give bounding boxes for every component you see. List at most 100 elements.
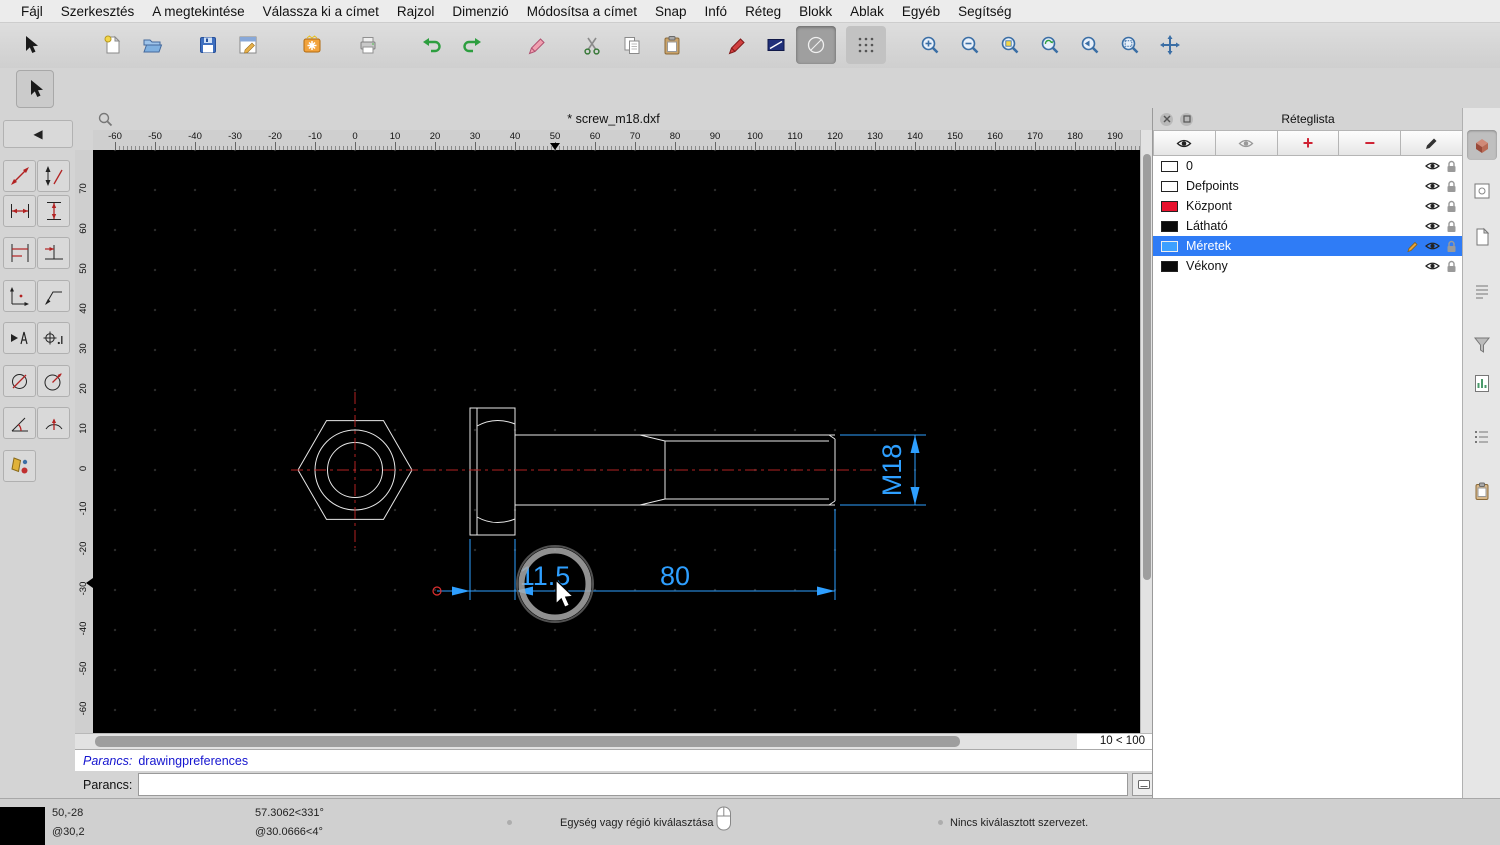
select-tool-button[interactable] bbox=[10, 26, 50, 64]
hide-all-layers-button[interactable] bbox=[1215, 130, 1278, 156]
add-layer-button[interactable]: + bbox=[1277, 130, 1340, 156]
library-widget-toggle-button[interactable] bbox=[1467, 222, 1497, 252]
dim-horizontal-button[interactable] bbox=[3, 195, 36, 227]
bolt-geometry[interactable] bbox=[297, 407, 836, 536]
pan-button[interactable] bbox=[1150, 26, 1190, 64]
layer-color-swatch[interactable] bbox=[1161, 200, 1178, 212]
paint-tool-button[interactable] bbox=[3, 450, 36, 482]
layer-visibility-button[interactable] bbox=[1425, 240, 1440, 252]
dim-linear-button[interactable] bbox=[37, 160, 70, 192]
layer-lock-button[interactable] bbox=[1446, 240, 1457, 253]
layer-widget-toggle-button[interactable] bbox=[1467, 130, 1497, 160]
layer-row[interactable]: Vékony bbox=[1153, 256, 1463, 276]
command-widget-toggle-button[interactable] bbox=[1467, 276, 1497, 306]
dim-leader-button[interactable] bbox=[37, 280, 70, 312]
layer-edit-button[interactable] bbox=[1406, 240, 1419, 253]
drawing-canvas[interactable]: 11.5 80 M18 bbox=[93, 150, 1140, 733]
menu-item[interactable]: Módosítsa a címet bbox=[518, 4, 646, 19]
palette-back-button[interactable]: ◀ bbox=[3, 120, 73, 148]
current-tool-select-button[interactable] bbox=[16, 70, 54, 108]
zoom-auto-button[interactable] bbox=[990, 26, 1030, 64]
menu-item[interactable]: Fájl bbox=[12, 4, 52, 19]
layer-lock-button[interactable] bbox=[1446, 220, 1457, 233]
layer-visibility-button[interactable] bbox=[1425, 200, 1440, 212]
svg-export-button[interactable] bbox=[292, 26, 332, 64]
delete-button[interactable] bbox=[516, 26, 556, 64]
layer-color-swatch[interactable] bbox=[1161, 220, 1178, 232]
block-widget-toggle-button[interactable] bbox=[1467, 176, 1497, 206]
layer-lock-button[interactable] bbox=[1446, 260, 1457, 273]
menu-item[interactable]: Ablak bbox=[841, 4, 893, 19]
layer-visibility-button[interactable] bbox=[1425, 180, 1440, 192]
cut-button[interactable] bbox=[572, 26, 612, 64]
layer-lock-button[interactable] bbox=[1446, 180, 1457, 193]
layer-visibility-button[interactable] bbox=[1425, 260, 1440, 272]
dim-angular-button[interactable] bbox=[3, 407, 36, 439]
layer-color-swatch[interactable] bbox=[1161, 260, 1178, 272]
command-input[interactable] bbox=[138, 773, 1129, 796]
new-file-button[interactable] bbox=[92, 26, 132, 64]
dim-diameter-button[interactable] bbox=[3, 365, 36, 397]
menu-item[interactable]: Dimenzió bbox=[443, 4, 517, 19]
save-button[interactable] bbox=[188, 26, 228, 64]
zoom-window-button[interactable] bbox=[1110, 26, 1150, 64]
redo-button[interactable] bbox=[452, 26, 492, 64]
zoom-previous-button[interactable] bbox=[1070, 26, 1110, 64]
layer-row[interactable]: Defpoints bbox=[1153, 176, 1463, 196]
dim-baseline-button[interactable] bbox=[3, 237, 36, 269]
zoom-out-button[interactable] bbox=[950, 26, 990, 64]
dim-arc-button[interactable] bbox=[37, 407, 70, 439]
dimension-text-length[interactable]: 80 bbox=[660, 561, 690, 591]
dim-radius-button[interactable] bbox=[37, 365, 70, 397]
layer-color-swatch[interactable] bbox=[1161, 180, 1178, 192]
dim-tolerance-button[interactable] bbox=[37, 322, 70, 354]
dim-ordinate-button[interactable] bbox=[3, 280, 36, 312]
paste-button[interactable] bbox=[652, 26, 692, 64]
menu-item[interactable]: Réteg bbox=[736, 4, 790, 19]
layer-visibility-button[interactable] bbox=[1425, 160, 1440, 172]
centerlines[interactable] bbox=[291, 392, 875, 548]
menu-item[interactable]: Snap bbox=[646, 4, 696, 19]
remove-layer-button[interactable]: − bbox=[1339, 130, 1402, 156]
dimension-text-thread[interactable]: M18 bbox=[877, 444, 907, 497]
undo-button[interactable] bbox=[412, 26, 452, 64]
layer-color-swatch[interactable] bbox=[1161, 240, 1178, 252]
clipboard-widget-toggle-button[interactable] bbox=[1467, 476, 1497, 506]
edit-layer-button[interactable] bbox=[1401, 130, 1463, 156]
layer-row[interactable]: Látható bbox=[1153, 216, 1463, 236]
attributes-pen-button[interactable] bbox=[716, 26, 756, 64]
property-widget-toggle-button[interactable] bbox=[1467, 368, 1497, 398]
menu-item[interactable]: Válassza ki a címet bbox=[254, 4, 388, 19]
panel-close-button[interactable] bbox=[1160, 112, 1173, 126]
edit-drawing-button[interactable] bbox=[228, 26, 268, 64]
show-all-layers-button[interactable] bbox=[1153, 130, 1216, 156]
line-style-button[interactable] bbox=[756, 26, 796, 64]
layer-lock-button[interactable] bbox=[1446, 160, 1457, 173]
copy-button[interactable] bbox=[612, 26, 652, 64]
menu-item[interactable]: Infó bbox=[696, 4, 737, 19]
print-preview-button[interactable] bbox=[348, 26, 388, 64]
menu-item[interactable]: Segítség bbox=[949, 4, 1020, 19]
horizontal-scrollbar-thumb[interactable] bbox=[95, 736, 960, 747]
dim-vertical-button[interactable] bbox=[37, 195, 70, 227]
dim-aligned-button[interactable] bbox=[3, 160, 36, 192]
menu-item[interactable]: A megtekintése bbox=[143, 4, 253, 19]
menu-item[interactable]: Rajzol bbox=[388, 4, 444, 19]
menu-item[interactable]: Egyéb bbox=[893, 4, 949, 19]
zoom-refresh-button[interactable] bbox=[1030, 26, 1070, 64]
dim-label-button[interactable] bbox=[3, 322, 36, 354]
open-file-button[interactable] bbox=[132, 26, 172, 64]
list-widget-toggle-button[interactable] bbox=[1467, 422, 1497, 452]
menu-item[interactable]: Szerkesztés bbox=[52, 4, 144, 19]
ellipse-tool-button[interactable] bbox=[796, 26, 836, 64]
horizontal-scrollbar[interactable]: 10 < 100 bbox=[75, 733, 1152, 750]
panel-float-button[interactable] bbox=[1180, 112, 1193, 126]
layer-row[interactable]: 0 bbox=[1153, 156, 1463, 176]
vertical-scrollbar-thumb[interactable] bbox=[1143, 154, 1151, 580]
layer-lock-button[interactable] bbox=[1446, 200, 1457, 213]
layer-row[interactable]: Központ bbox=[1153, 196, 1463, 216]
filter-widget-toggle-button[interactable] bbox=[1467, 330, 1497, 360]
dim-continue-button[interactable] bbox=[37, 237, 70, 269]
layer-visibility-button[interactable] bbox=[1425, 220, 1440, 232]
layer-row[interactable]: Méretek bbox=[1153, 236, 1463, 256]
